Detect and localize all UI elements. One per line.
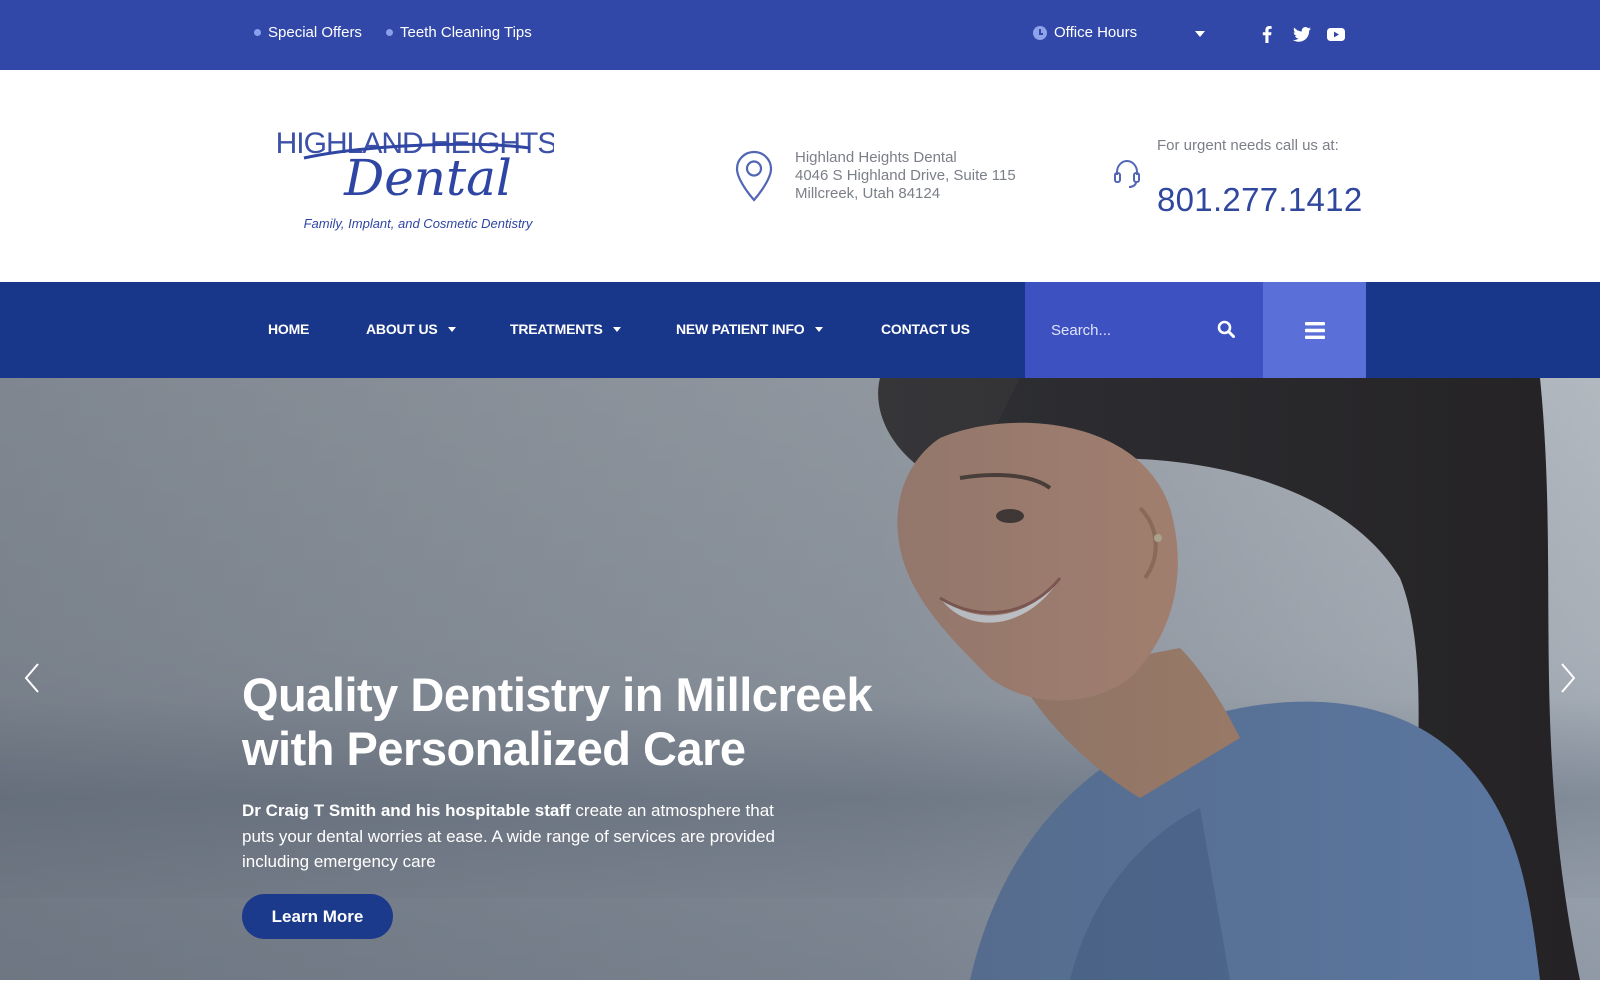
- twitter-icon[interactable]: [1290, 22, 1314, 46]
- hero-title-line-2: with Personalized Care: [242, 722, 746, 775]
- clock-icon: [1033, 25, 1047, 40]
- chevron-down-icon[interactable]: [1195, 31, 1205, 37]
- search-input[interactable]: [1051, 318, 1211, 342]
- phone-number-link[interactable]: 801.277.1412: [1157, 181, 1362, 219]
- site-header: HIGHLAND HEIGHTS Dental Family, Implant,…: [0, 70, 1600, 282]
- youtube-icon[interactable]: [1324, 22, 1348, 46]
- slider-next-arrow[interactable]: [1554, 658, 1582, 698]
- hero-title: Quality Dentistry in Millcreek with Pers…: [242, 668, 962, 776]
- office-hours-label: Office Hours: [1054, 24, 1138, 41]
- main-nav: HOME ABOUT US TREATMENTS NEW PATIENT INF…: [0, 282, 1600, 378]
- search-icon[interactable]: [1217, 320, 1239, 342]
- nav-item-label: CONTACT US: [881, 321, 970, 337]
- office-hours-dropdown[interactable]: Office Hours: [1033, 24, 1205, 41]
- svg-text:Family, Implant, and Cosmetic: Family, Implant, and Cosmetic Dentistry: [304, 216, 534, 231]
- slider-prev-arrow[interactable]: [18, 658, 46, 698]
- headset-icon: [1113, 158, 1141, 195]
- nav-item-label: ABOUT US: [366, 321, 438, 337]
- hero-slider: Quality Dentistry in Millcreek with Pers…: [0, 378, 1600, 980]
- address-city: Millcreek, Utah 84124: [795, 185, 941, 202]
- learn-more-button[interactable]: Learn More: [242, 894, 393, 939]
- chevron-down-icon: [612, 326, 621, 332]
- hero-description-bold: Dr Craig T Smith and his hospitable staf…: [242, 801, 571, 820]
- bullet-icon: [254, 29, 261, 36]
- hero-title-line-1: Quality Dentistry in Millcreek: [242, 668, 873, 721]
- special-offers-label: Special Offers: [268, 24, 362, 41]
- special-offers-link[interactable]: Special Offers: [254, 24, 362, 41]
- hero-description: Dr Craig T Smith and his hospitable staf…: [242, 798, 782, 875]
- chevron-left-icon: [24, 663, 39, 693]
- nav-item-contact-us[interactable]: CONTACT US: [881, 321, 970, 337]
- nav-item-label: TREATMENTS: [510, 321, 603, 337]
- svg-text:Dental: Dental: [343, 149, 512, 207]
- address-block: Highland Heights Dental 4046 S Highland …: [795, 149, 1016, 203]
- nav-item-home[interactable]: HOME: [268, 321, 309, 337]
- urgent-text: For urgent needs call us at:: [1157, 137, 1339, 154]
- bullet-icon: [386, 29, 393, 36]
- nav-item-label: NEW PATIENT INFO: [676, 321, 805, 337]
- chevron-down-icon: [447, 326, 456, 332]
- chevron-down-icon: [814, 326, 823, 332]
- top-bar: Special Offers Teeth Cleaning Tips Offic…: [0, 0, 1600, 70]
- nav-item-treatments[interactable]: TREATMENTS: [510, 321, 621, 337]
- address-name: Highland Heights Dental: [795, 149, 957, 166]
- teeth-cleaning-tips-link[interactable]: Teeth Cleaning Tips: [386, 24, 532, 41]
- chevron-right-icon: [1561, 663, 1576, 693]
- hamburger-menu-button[interactable]: [1263, 282, 1366, 378]
- address-street: 4046 S Highland Drive, Suite 115: [795, 167, 1016, 184]
- hamburger-icon: [1304, 321, 1325, 339]
- location-pin-icon: [734, 150, 774, 207]
- nav-item-new-patient-info[interactable]: NEW PATIENT INFO: [676, 321, 823, 337]
- logo[interactable]: HIGHLAND HEIGHTS Dental Family, Implant,…: [276, 118, 558, 238]
- nav-item-about-us[interactable]: ABOUT US: [366, 321, 456, 337]
- facebook-icon[interactable]: [1255, 22, 1279, 46]
- teeth-cleaning-tips-label: Teeth Cleaning Tips: [400, 24, 532, 41]
- nav-item-label: HOME: [268, 321, 310, 337]
